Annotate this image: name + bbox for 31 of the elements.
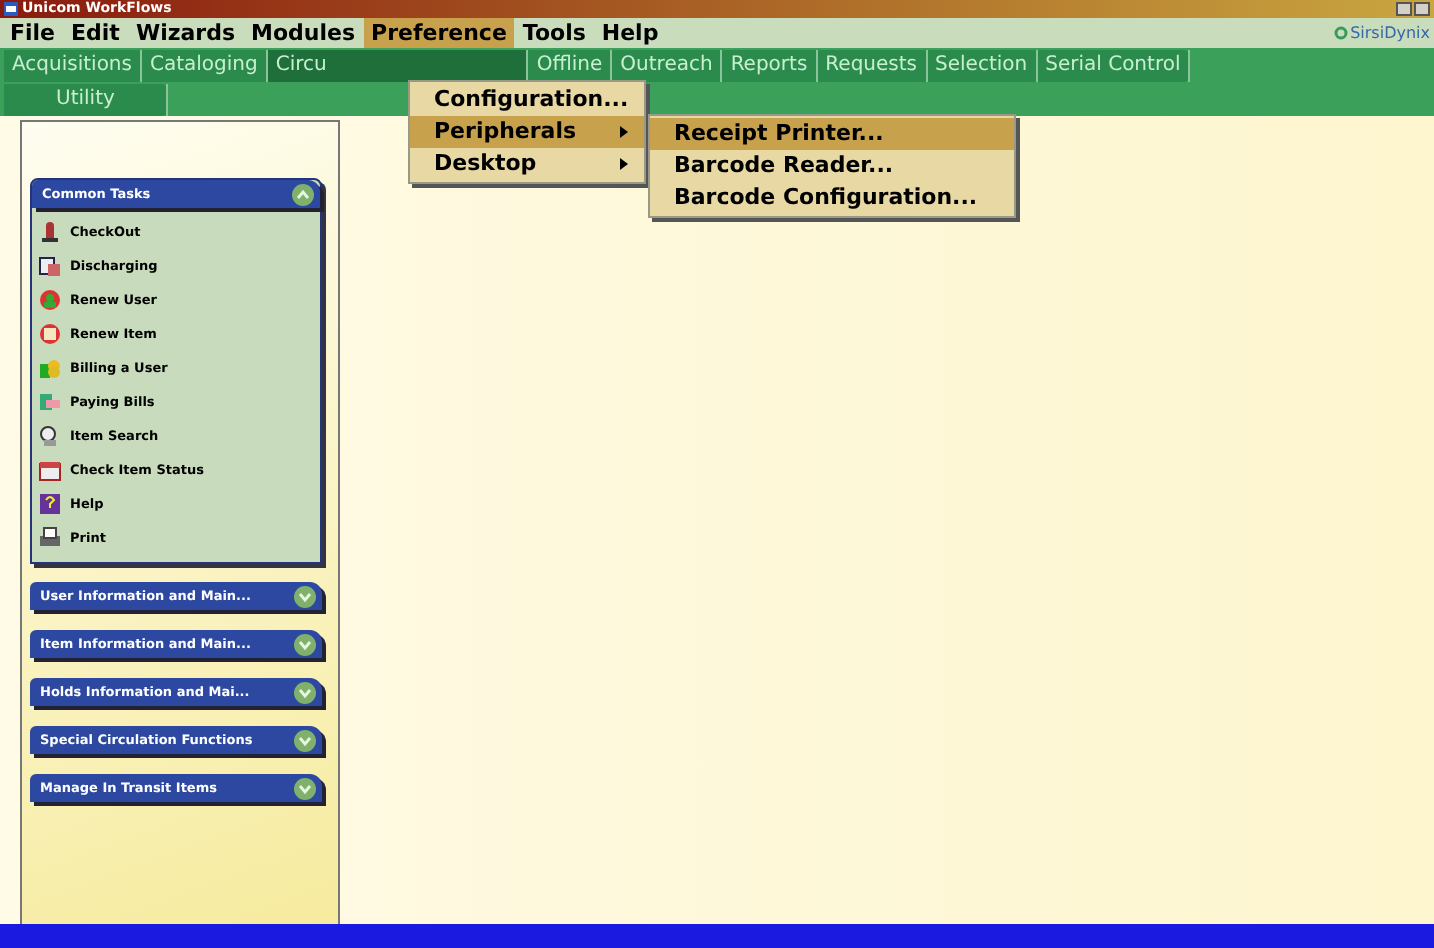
menu-item[interactable]: Help (593, 18, 667, 48)
expand-icon[interactable] (294, 585, 316, 607)
menu-item[interactable]: Tools (514, 18, 594, 48)
expand-icon[interactable] (294, 681, 316, 703)
printer-icon (38, 525, 62, 549)
box-icon (38, 457, 62, 481)
module-tab[interactable]: Circu (267, 50, 529, 82)
menu-item[interactable]: File (2, 18, 64, 48)
app-icon (4, 2, 18, 16)
person-icon (38, 287, 62, 311)
logo-icon (1334, 26, 1349, 40)
menu-entry[interactable]: Configuration... (410, 84, 644, 116)
menu-item[interactable]: Edit (63, 18, 128, 48)
menu-entry[interactable]: Receipt Printer... (650, 118, 1014, 150)
expand-icon[interactable] (294, 777, 316, 799)
menu-entry[interactable]: Peripherals (410, 116, 644, 148)
logo-text: SirsiDynix (1350, 24, 1430, 42)
menu-entry[interactable]: Barcode Reader... (650, 150, 1014, 182)
stamp-icon (38, 219, 62, 243)
expand-icon[interactable] (294, 729, 316, 751)
minimize-button[interactable] (1396, 2, 1412, 16)
menu-item[interactable]: Preference (363, 18, 515, 48)
menu-item[interactable]: Wizards (127, 18, 244, 48)
expand-icon[interactable] (294, 633, 316, 655)
menu-entry[interactable]: Barcode Configuration... (650, 182, 1014, 214)
maximize-button[interactable] (1414, 2, 1430, 16)
menu-entry[interactable]: Desktop (410, 148, 644, 180)
question-icon (38, 491, 62, 515)
coins-icon (38, 355, 62, 379)
collapse-icon[interactable] (292, 183, 314, 205)
menu-item[interactable]: Modules (243, 18, 364, 48)
